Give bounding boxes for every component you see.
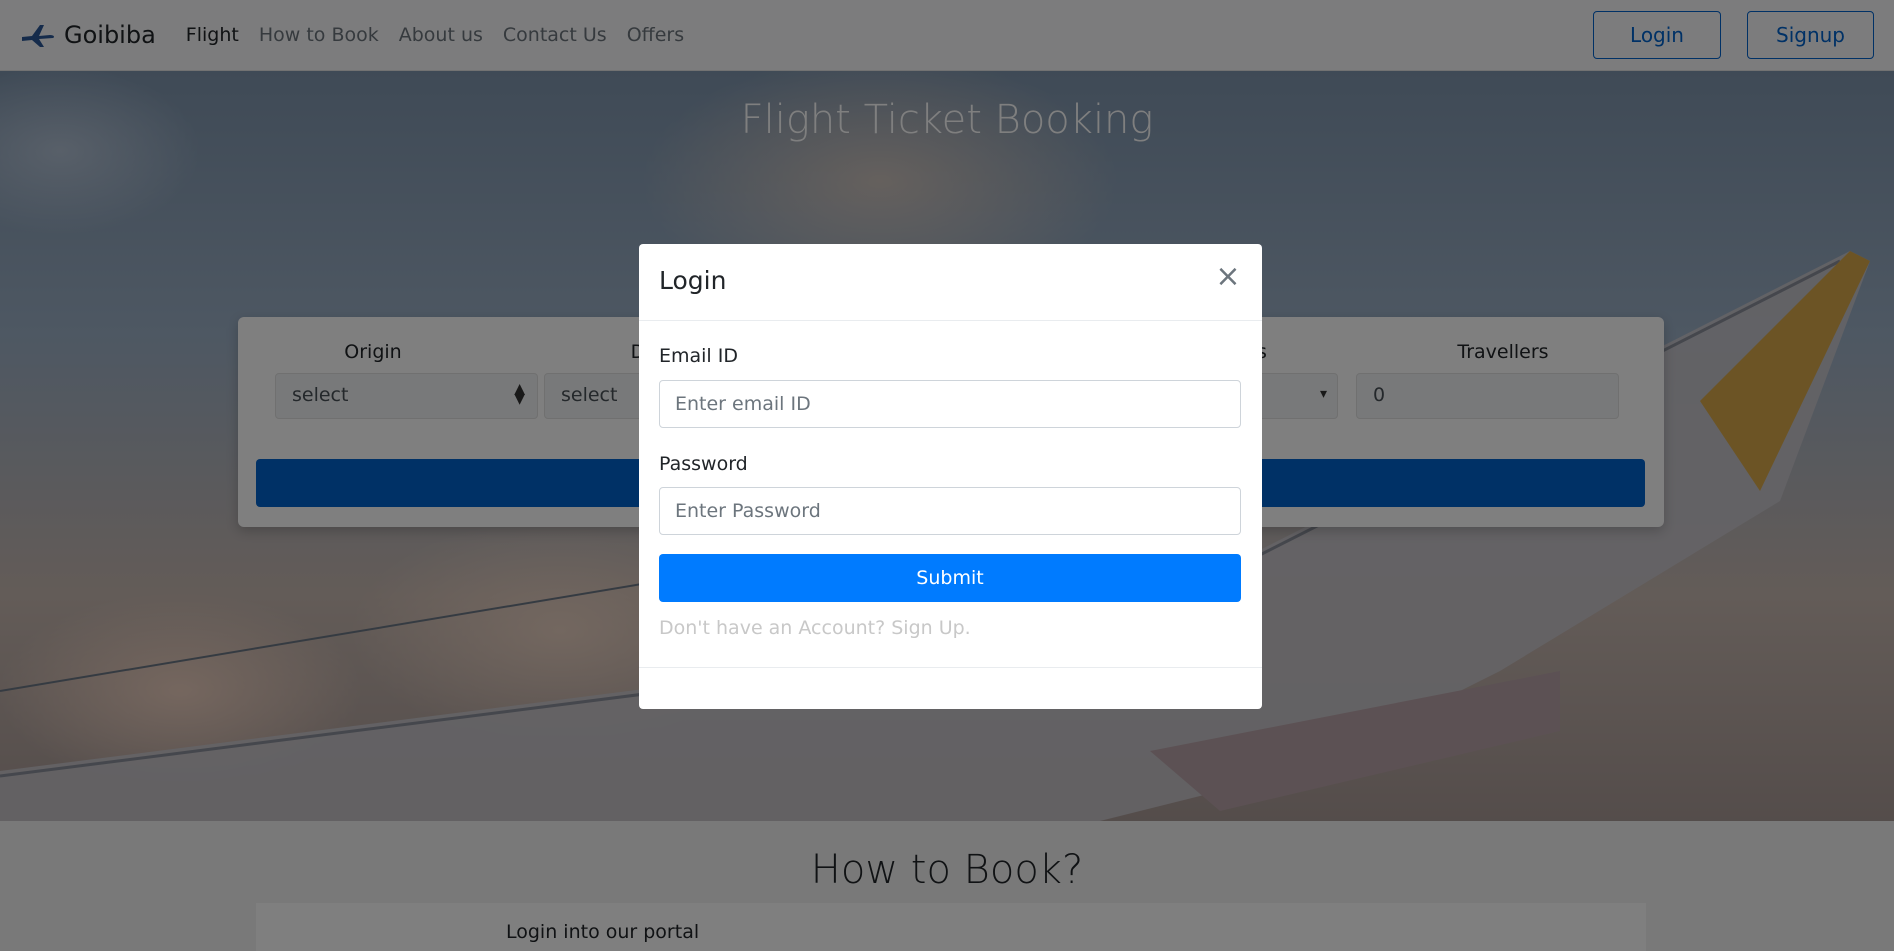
signup-link[interactable]: Don't have an Account? Sign Up. <box>659 617 971 639</box>
login-modal: Login × Email ID Password Submit Don't h… <box>639 244 1262 709</box>
modal-header: Login × <box>639 244 1262 321</box>
email-field[interactable] <box>659 380 1241 428</box>
password-label: Password <box>659 453 748 475</box>
email-label: Email ID <box>659 345 738 367</box>
modal-footer <box>639 667 1262 709</box>
password-field[interactable] <box>659 487 1241 535</box>
close-icon[interactable]: × <box>1214 262 1242 292</box>
modal-title: Login <box>659 266 727 295</box>
submit-button[interactable]: Submit <box>659 554 1241 602</box>
